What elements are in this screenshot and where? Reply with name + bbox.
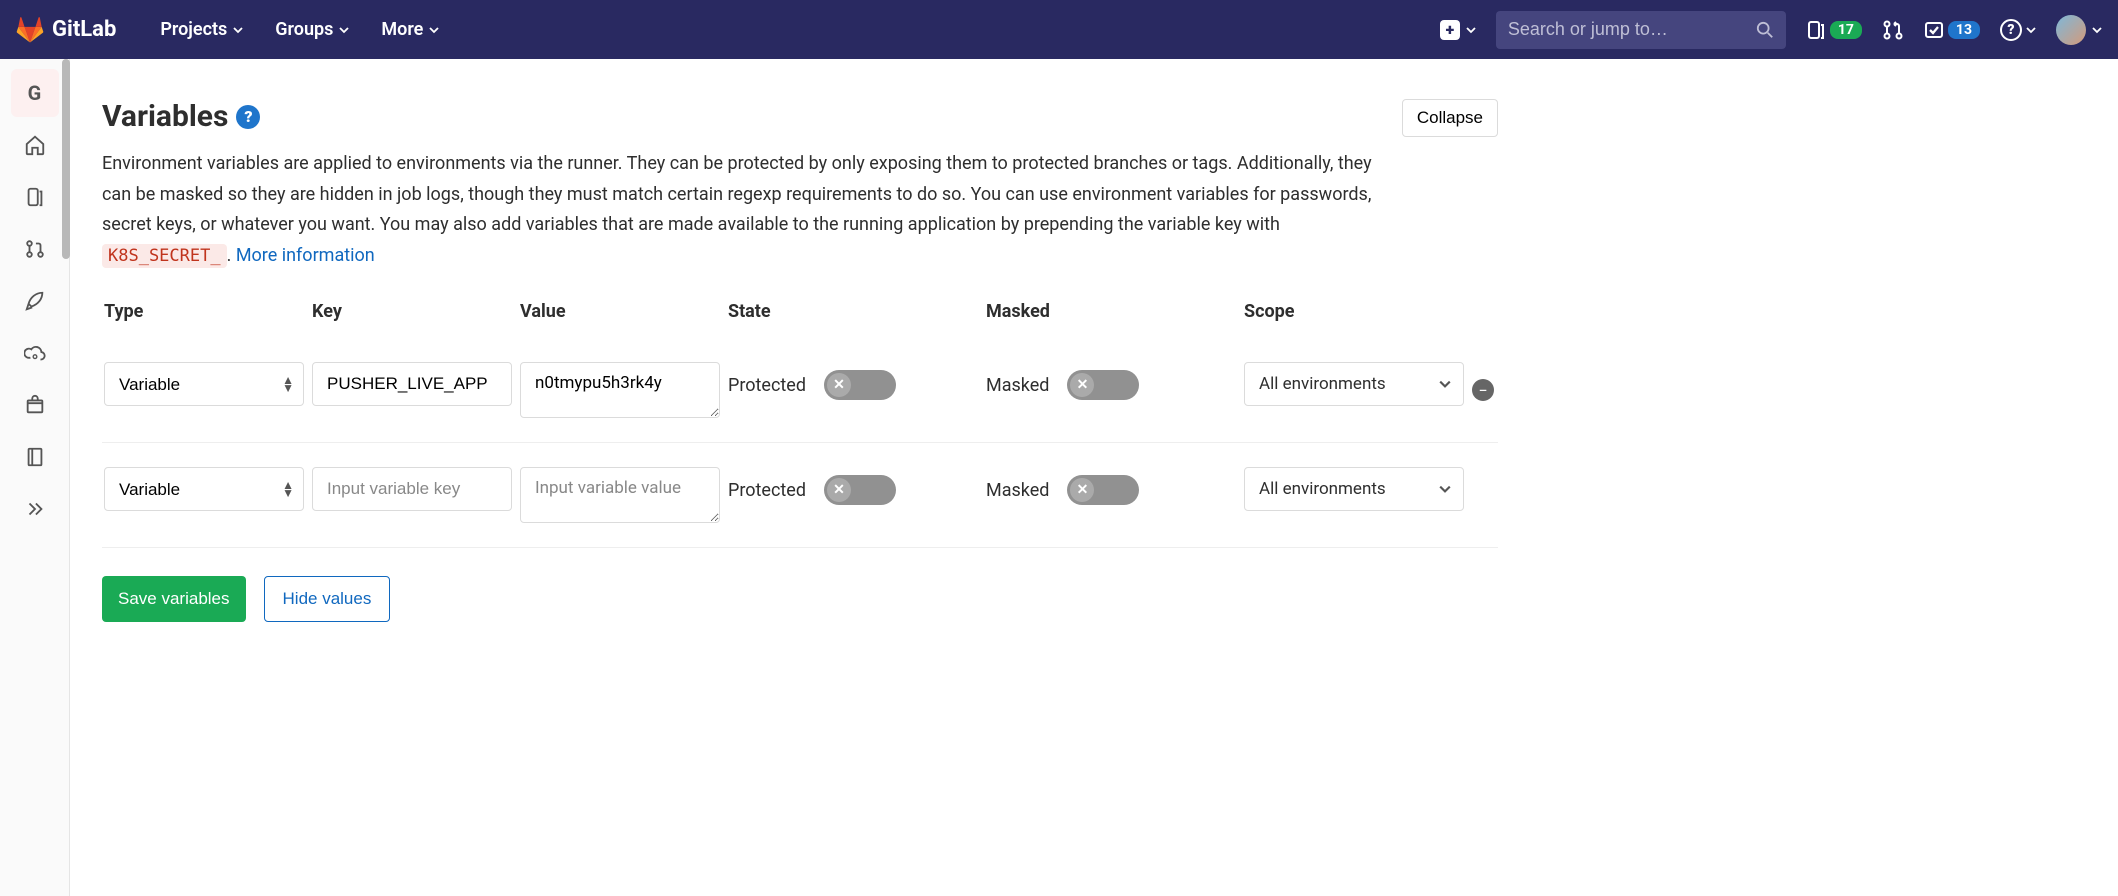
gitlab-tanuki-icon bbox=[16, 16, 44, 44]
todos-icon bbox=[1924, 20, 1944, 40]
sidebar-item-packages[interactable] bbox=[11, 381, 59, 429]
sidebar-item-wiki[interactable] bbox=[11, 433, 59, 481]
scope-select[interactable]: All environments bbox=[1244, 467, 1464, 511]
table-row: Variable▲▼ n0tmypu5h3rk4y Protected✕ Mas… bbox=[102, 338, 1498, 443]
gitlab-logo[interactable]: GitLab bbox=[16, 16, 116, 44]
masked-label: Masked bbox=[986, 375, 1049, 396]
todos-link[interactable]: 13 bbox=[1924, 20, 1980, 40]
chevron-down-icon bbox=[1439, 483, 1451, 495]
chevron-down-icon bbox=[339, 25, 349, 35]
sidebar-item-repository[interactable] bbox=[11, 173, 59, 221]
package-icon bbox=[24, 394, 46, 416]
table-header-row: Type Key Value State Masked Scope bbox=[102, 301, 1498, 322]
col-masked: Masked bbox=[986, 301, 1236, 322]
masked-toggle[interactable]: ✕ bbox=[1067, 475, 1139, 505]
sidebar-item-overview[interactable] bbox=[11, 121, 59, 169]
type-select[interactable]: Variable bbox=[104, 362, 304, 406]
help-menu[interactable]: ? bbox=[2000, 19, 2036, 41]
chevron-down-icon bbox=[233, 25, 243, 35]
cloud-gear-icon bbox=[24, 342, 46, 364]
help-icon[interactable]: ? bbox=[236, 105, 260, 129]
user-menu[interactable] bbox=[2056, 15, 2102, 45]
help-icon: ? bbox=[2000, 19, 2022, 41]
brand-text: GitLab bbox=[52, 17, 116, 42]
plus-icon: + bbox=[1440, 20, 1460, 40]
protected-toggle[interactable]: ✕ bbox=[824, 370, 896, 400]
table-row: Variable▲▼ Protected✕ Masked✕ All enviro… bbox=[102, 443, 1498, 548]
col-value: Value bbox=[520, 301, 720, 322]
type-select[interactable]: Variable bbox=[104, 467, 304, 511]
col-state: State bbox=[728, 301, 978, 322]
save-button[interactable]: Save variables bbox=[102, 576, 246, 622]
key-input[interactable] bbox=[312, 362, 512, 406]
issues-link[interactable]: 17 bbox=[1806, 20, 1862, 40]
chevron-down-icon bbox=[429, 25, 439, 35]
sidebar-item-cicd[interactable] bbox=[11, 277, 59, 325]
masked-label: Masked bbox=[986, 480, 1049, 501]
home-icon bbox=[24, 134, 46, 156]
variables-table: Type Key Value State Masked Scope Variab… bbox=[102, 301, 1498, 548]
section-description: Environment variables are applied to env… bbox=[102, 149, 1382, 271]
new-menu[interactable]: + bbox=[1440, 20, 1476, 40]
section-title: Variables ? bbox=[102, 99, 260, 134]
rocket-icon bbox=[24, 290, 46, 312]
chevron-down-icon bbox=[1439, 378, 1451, 390]
search-icon bbox=[1756, 21, 1774, 39]
scrollbar[interactable] bbox=[62, 59, 70, 259]
main-content: Variables ? Collapse Environment variabl… bbox=[70, 59, 1530, 896]
left-sidebar: G bbox=[0, 59, 70, 896]
close-icon: ✕ bbox=[1070, 373, 1094, 397]
chevron-down-icon bbox=[1466, 25, 1476, 35]
close-icon: ✕ bbox=[827, 478, 851, 502]
collapse-button[interactable]: Collapse bbox=[1402, 99, 1498, 137]
repository-icon bbox=[24, 186, 46, 208]
sidebar-collapse-toggle[interactable] bbox=[11, 485, 59, 533]
hide-values-button[interactable]: Hide values bbox=[264, 576, 391, 622]
protected-label: Protected bbox=[728, 375, 806, 396]
todos-count: 13 bbox=[1948, 21, 1980, 39]
more-info-link[interactable]: More information bbox=[236, 245, 375, 266]
col-scope: Scope bbox=[1244, 301, 1464, 322]
close-icon: ✕ bbox=[827, 373, 851, 397]
masked-toggle[interactable]: ✕ bbox=[1067, 370, 1139, 400]
book-icon bbox=[24, 446, 46, 468]
close-icon: ✕ bbox=[1070, 478, 1094, 502]
top-navbar: GitLab Projects Groups More + 17 13 ? bbox=[0, 0, 2118, 59]
merge-requests-link[interactable] bbox=[1882, 19, 1904, 41]
chevron-down-icon bbox=[2026, 25, 2036, 35]
merge-request-icon bbox=[24, 238, 46, 260]
avatar bbox=[2056, 15, 2086, 45]
sidebar-item-operations[interactable] bbox=[11, 329, 59, 377]
sidebar-item-project[interactable]: G bbox=[11, 69, 59, 117]
col-type: Type bbox=[104, 301, 304, 322]
issues-icon bbox=[1806, 20, 1826, 40]
search-input[interactable] bbox=[1508, 19, 1756, 40]
merge-request-icon bbox=[1882, 19, 1904, 41]
sidebar-item-merge-requests[interactable] bbox=[11, 225, 59, 273]
protected-toggle[interactable]: ✕ bbox=[824, 475, 896, 505]
issues-count: 17 bbox=[1830, 21, 1862, 39]
chevron-down-icon bbox=[2092, 25, 2102, 35]
key-input[interactable] bbox=[312, 467, 512, 511]
nav-groups[interactable]: Groups bbox=[275, 19, 349, 40]
scope-select[interactable]: All environments bbox=[1244, 362, 1464, 406]
protected-label: Protected bbox=[728, 480, 806, 501]
remove-row-button[interactable]: − bbox=[1472, 379, 1494, 401]
col-key: Key bbox=[312, 301, 512, 322]
chevrons-right-icon bbox=[24, 498, 46, 520]
nav-more[interactable]: More bbox=[381, 19, 439, 40]
global-search[interactable] bbox=[1496, 11, 1786, 49]
code-snippet: K8S_SECRET_ bbox=[102, 244, 227, 268]
nav-projects[interactable]: Projects bbox=[160, 19, 243, 40]
value-input[interactable]: n0tmypu5h3rk4y bbox=[520, 362, 720, 418]
value-input[interactable] bbox=[520, 467, 720, 523]
